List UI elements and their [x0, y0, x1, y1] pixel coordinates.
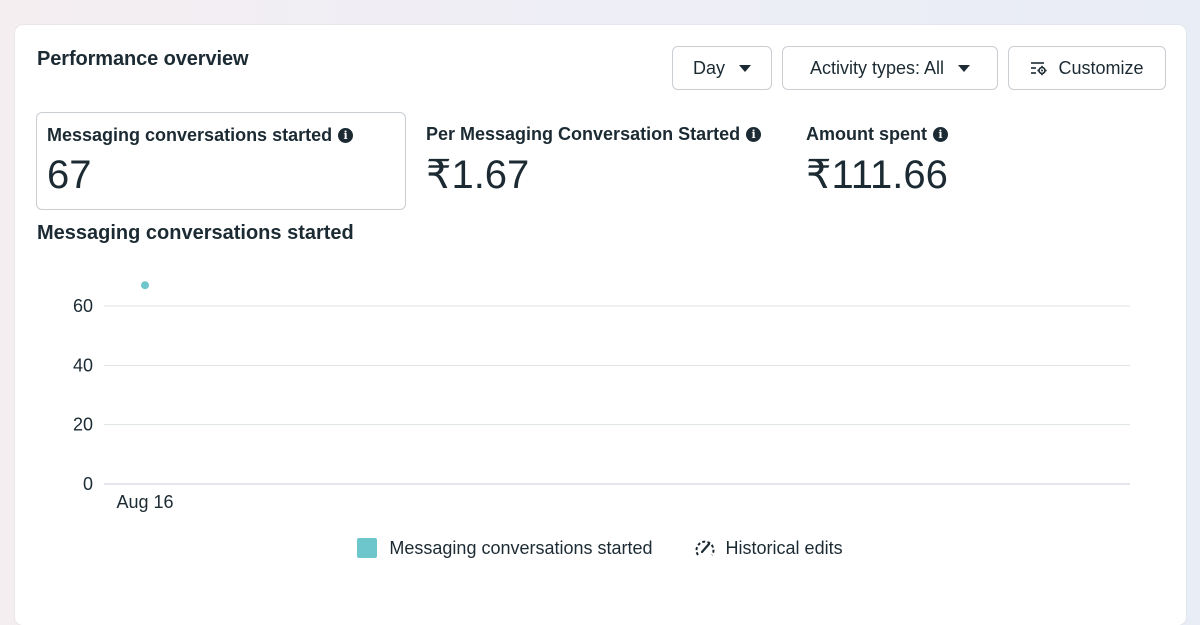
chart-plot-area: 0 20 40 60 Aug 16 [73, 281, 1130, 512]
y-tick-label: 0 [83, 474, 93, 494]
legend-swatch [357, 538, 378, 558]
legend-historical-label: Historical edits [725, 537, 843, 558]
y-tick-label: 20 [73, 415, 93, 435]
legend-item-series[interactable]: Messaging conversations started [357, 537, 653, 559]
legend-item-historical-edits[interactable]: Historical edits [693, 537, 843, 559]
data-point[interactable] [141, 281, 149, 290]
y-tick-label: 40 [73, 355, 93, 375]
x-tick-label: Aug 16 [116, 492, 173, 512]
legend-series-label: Messaging conversations started [389, 537, 653, 558]
chart-legend: Messaging conversations started Historic… [0, 537, 1200, 559]
historical-edits-icon [695, 540, 715, 556]
y-tick-label: 60 [73, 296, 93, 316]
